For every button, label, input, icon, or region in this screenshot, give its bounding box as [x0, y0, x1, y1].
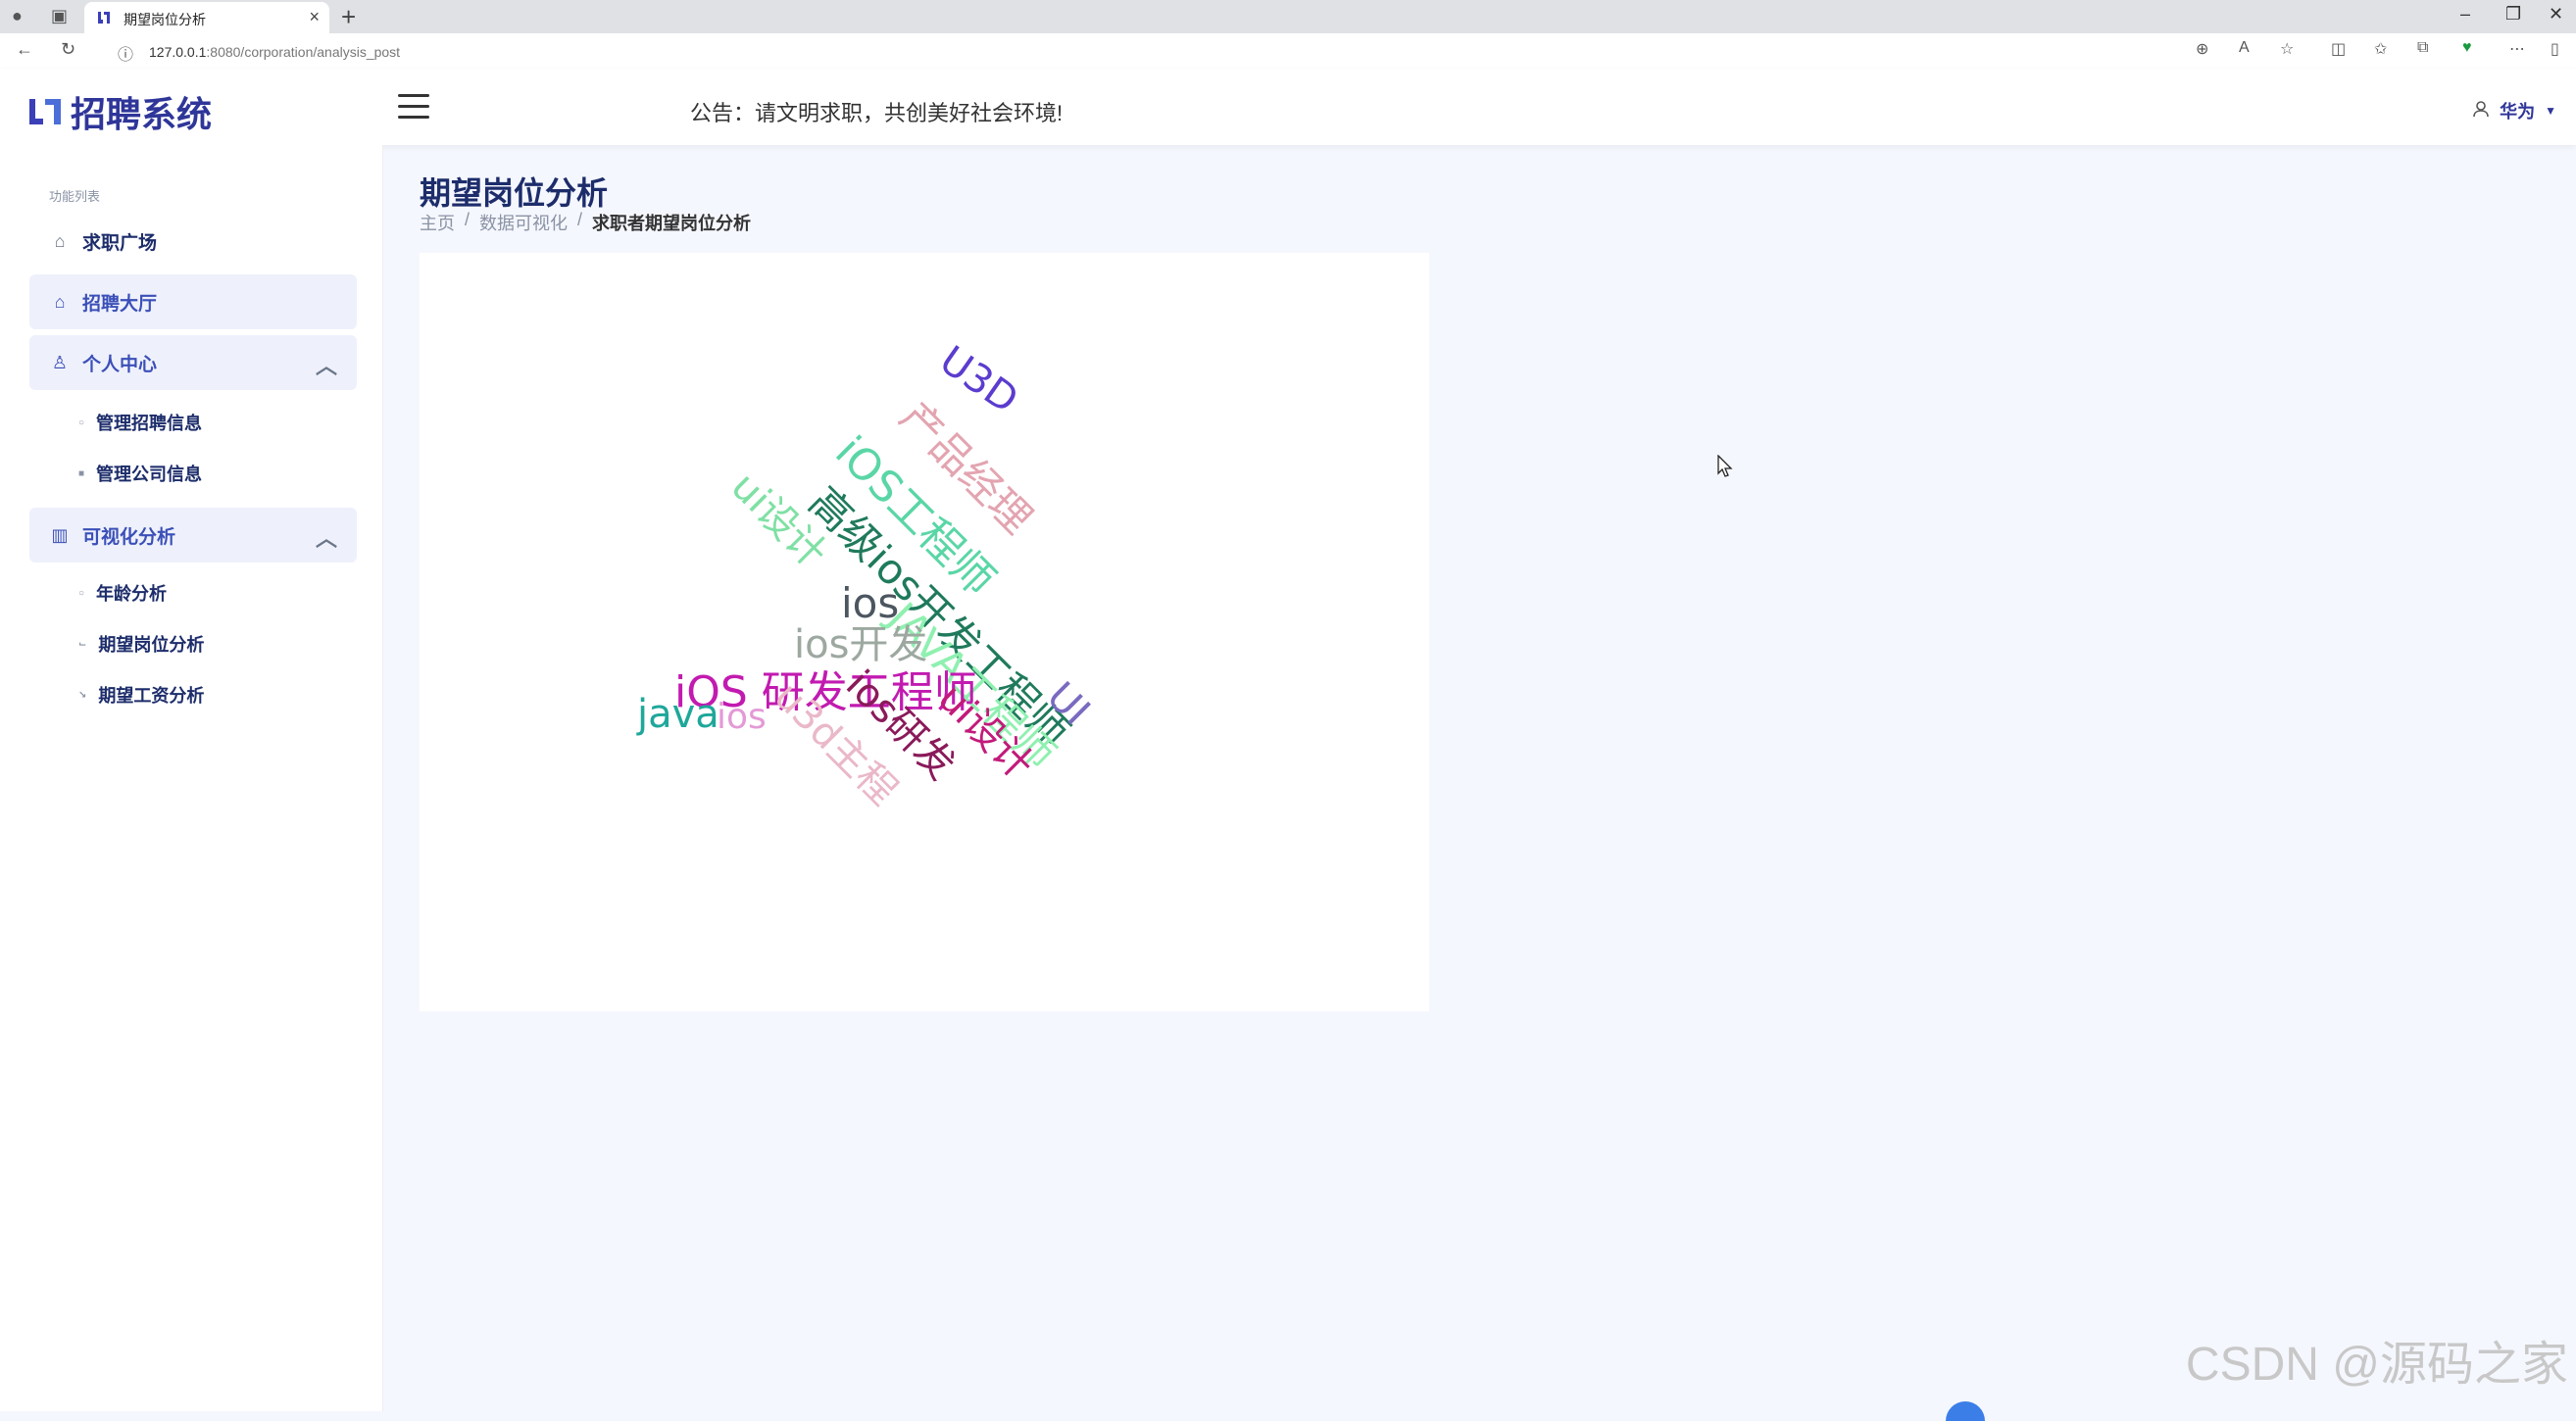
tab-title: 期望岗位分析	[124, 12, 206, 27]
url-field[interactable]: ⓘ 127.0.0.1:8080/corporation/analysis_po…	[102, 37, 2278, 65]
floating-button[interactable]	[1946, 1401, 1985, 1421]
menu-toggle-button[interactable]	[398, 94, 429, 120]
address-bar: ← ↻ ⓘ 127.0.0.1:8080/corporation/analysi…	[0, 33, 2576, 70]
sidebar-subitem-manage-company[interactable]: ■ 管理公司信息	[78, 461, 202, 486]
wordcloud-word[interactable]: U3D	[931, 338, 1025, 423]
sidebar-item-job-square[interactable]: ⌂ 求职广场	[29, 214, 357, 269]
logo-icon	[29, 99, 61, 124]
announcement-text: 公告：请文明求职，共创美好社会环境!	[690, 101, 1064, 125]
breadcrumb-current: 求职者期望岗位分析	[592, 214, 752, 233]
tab-close-icon[interactable]: ×	[309, 7, 320, 27]
restore-button[interactable]: ❐	[2505, 4, 2521, 24]
tab-favicon-icon	[96, 10, 112, 25]
extension-icon[interactable]: ♥	[2462, 39, 2472, 57]
chevron-up-icon: ︿	[315, 526, 337, 551]
close-window-button[interactable]: ✕	[2549, 4, 2563, 24]
new-tab-button[interactable]: +	[341, 2, 356, 32]
favorite-star-icon[interactable]: ☆	[2280, 39, 2294, 59]
sidebar-item-recruit-hall[interactable]: ⌂ 招聘大厅	[29, 274, 357, 329]
breadcrumb-home[interactable]: 主页	[420, 210, 455, 235]
wordcloud-chart: U3D产品经理iOS工程师高级ios开发工程师ui设计iosJAVA工程师ios…	[636, 338, 1099, 814]
profile-icon[interactable]: ●	[12, 6, 23, 26]
favorites-icon[interactable]: ✩	[2374, 39, 2387, 59]
breadcrumb-data-vis[interactable]: 数据可视化	[479, 210, 568, 235]
bullet-icon: ○	[78, 587, 85, 599]
read-aloud-icon[interactable]: A	[2239, 39, 2250, 57]
sidebar-item-visual-analysis[interactable]: ▥ 可视化分析 ︿	[29, 508, 357, 563]
wordcloud-card: U3D 产品经理 iOS工程师 高级ios开发工程师 ui设计 ios JAVA工程师 ios…	[420, 253, 1429, 1011]
sidebar: 功能列表 ⌂ 求职广场 ⌂ 招聘大厅 ♙ 个人中心 ︿ ○ 管理招聘信息 ■ 管…	[0, 145, 383, 1411]
bullet-icon: ■	[78, 467, 85, 479]
sidebar-subitem-label: 期望岗位分析	[98, 635, 205, 655]
back-icon[interactable]: ←	[16, 39, 33, 60]
breadcrumb: 主页 / 数据可视化 / 求职者期望岗位分析	[420, 210, 751, 235]
site-info-icon[interactable]: ⓘ	[118, 41, 133, 65]
caret-down-icon: ▼	[2545, 104, 2556, 118]
breadcrumb-separator: /	[577, 210, 583, 229]
browser-tabstrip: ● ▣ 期望岗位分析 × + – ❐ ✕	[0, 0, 2576, 33]
sidebar-subitem-manage-jobs[interactable]: ○ 管理招聘信息	[78, 410, 202, 435]
logo-text: 招聘系统	[71, 94, 213, 134]
sidebar-item-label: 招聘大厅	[82, 293, 158, 315]
sidebar-item-personal-center[interactable]: ♙ 个人中心 ︿	[29, 335, 357, 390]
watermark: CSDN @源码之家	[2185, 1339, 2568, 1391]
zoom-icon[interactable]: ⊕	[2196, 39, 2208, 59]
sidebar-subitem-post-analysis[interactable]: ⌙ 期望岗位分析	[78, 631, 204, 657]
user-menu[interactable]: 华为 ▼	[2472, 98, 2556, 123]
wordcloud-word[interactable]: ios	[717, 697, 767, 737]
user-icon: ♙	[51, 352, 69, 372]
bullet-icon: ↘	[78, 689, 87, 701]
split-screen-icon[interactable]: ◫	[2331, 39, 2346, 59]
url-text: 127.0.0.1:8080/corporation/analysis_post	[149, 44, 401, 60]
browser-tab[interactable]: 期望岗位分析 ×	[84, 2, 329, 33]
app-logo[interactable]: 招聘系统	[27, 86, 212, 137]
wordcloud-word[interactable]: ios开发	[794, 622, 927, 667]
user-name: 华为	[2500, 102, 2536, 122]
wordcloud-word[interactable]: java	[636, 692, 719, 737]
minimize-button[interactable]: –	[2460, 4, 2470, 24]
app-header: 招聘系统 公告：请文明求职，共创美好社会环境! 华为 ▼	[0, 69, 2576, 145]
sidebar-subitem-label: 管理公司信息	[96, 465, 203, 484]
home-icon: ⌂	[54, 230, 66, 251]
mouse-cursor-icon	[1717, 455, 1733, 477]
house-icon: ⌂	[54, 291, 66, 312]
collections-icon[interactable]: ⧉	[2417, 39, 2428, 57]
sidebar-toggle-icon[interactable]: ▯	[2551, 39, 2559, 59]
sidebar-subitem-salary-analysis[interactable]: ↘ 期望工资分析	[78, 682, 204, 708]
bar-chart-icon: ▥	[51, 524, 69, 545]
chevron-up-icon: ︿	[315, 354, 337, 378]
sidebar-item-label: 个人中心	[82, 354, 158, 375]
sidebar-subitem-label: 期望工资分析	[98, 686, 205, 706]
sidebar-subitem-age-analysis[interactable]: ○ 年龄分析	[78, 580, 167, 606]
sidebar-caption: 功能列表	[49, 189, 101, 204]
sidebar-subitem-label: 管理招聘信息	[96, 414, 203, 433]
breadcrumb-separator: /	[465, 210, 471, 229]
reload-icon[interactable]: ↻	[61, 39, 75, 60]
sidebar-subitem-label: 年龄分析	[96, 584, 168, 604]
sidebar-item-label: 可视化分析	[82, 526, 176, 548]
user-icon	[2472, 100, 2490, 122]
more-icon[interactable]: ⋯	[2509, 39, 2525, 59]
page-title: 期望岗位分析	[420, 175, 609, 211]
tab-actions-icon[interactable]: ▣	[51, 6, 68, 26]
bullet-icon: ⌙	[78, 638, 87, 650]
sidebar-item-label: 求职广场	[82, 232, 158, 254]
bullet-icon: ○	[78, 416, 85, 428]
